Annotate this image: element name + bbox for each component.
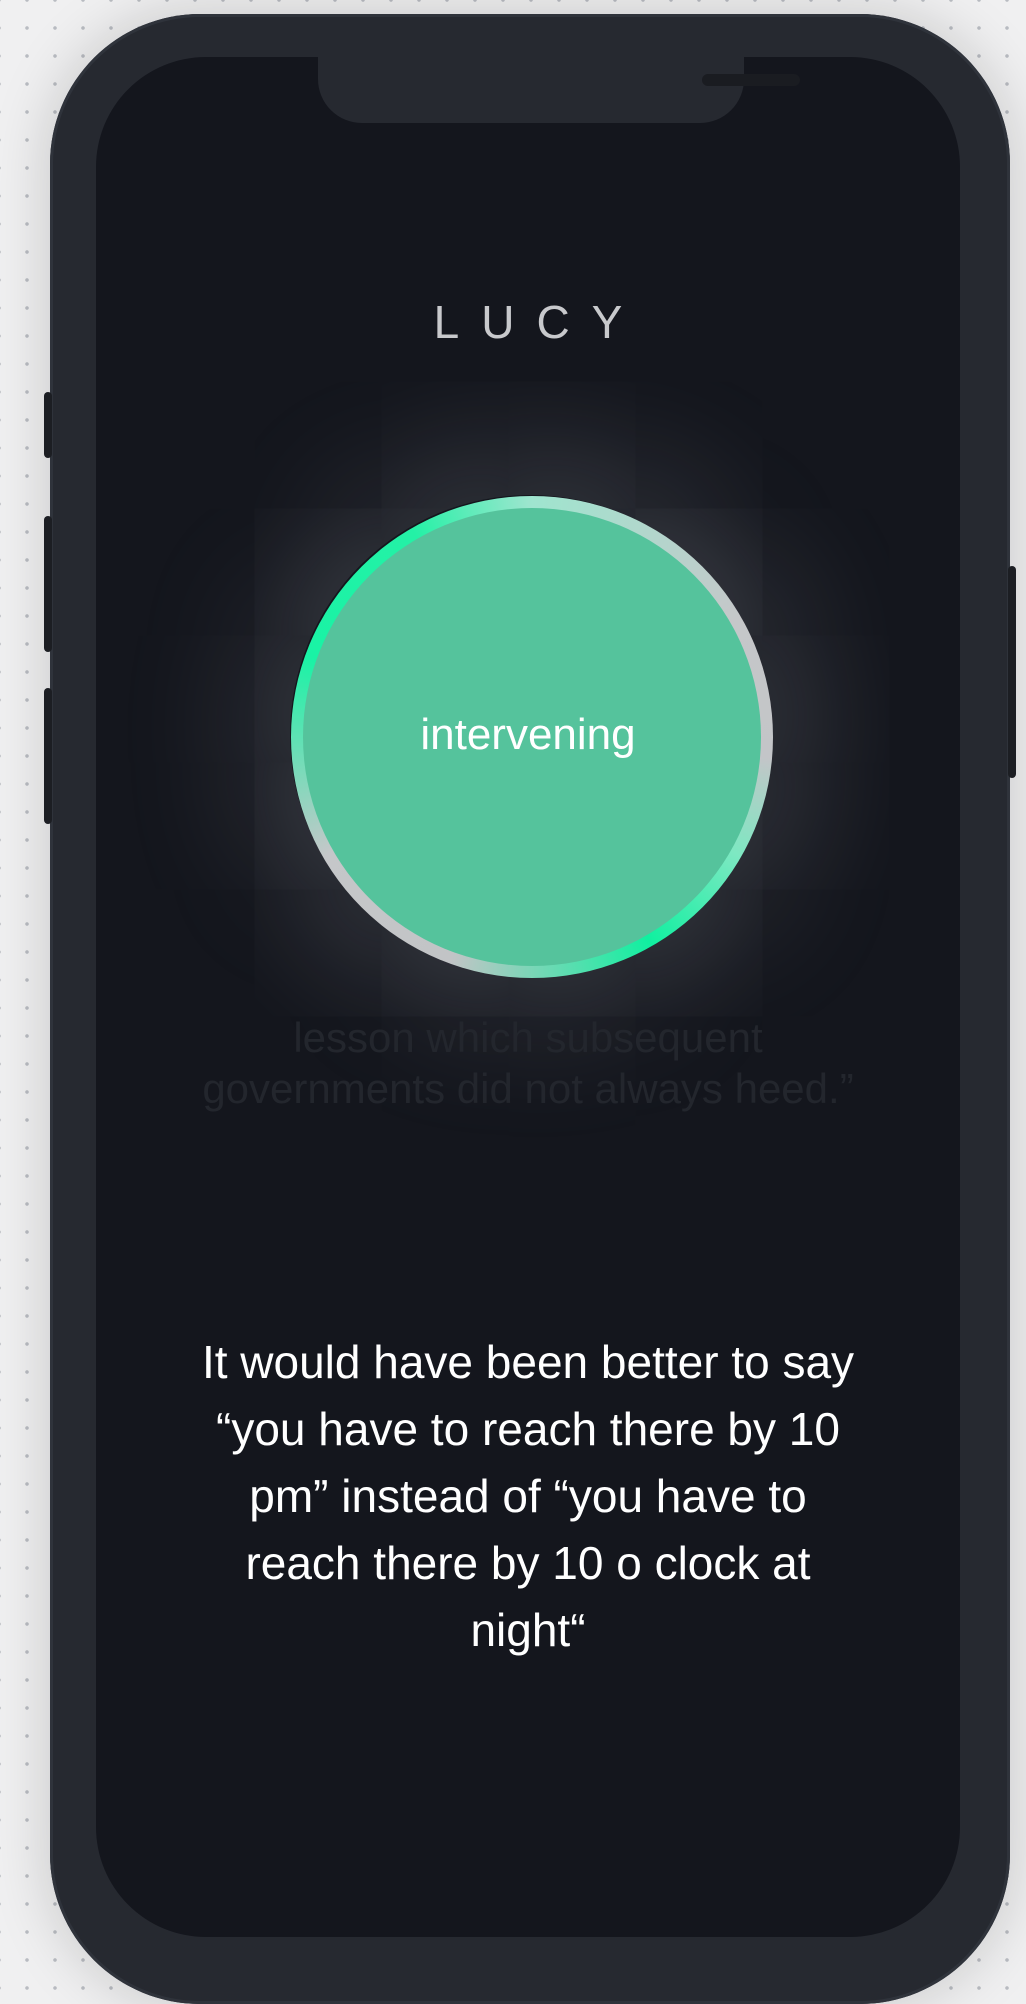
assistant-orb[interactable]: intervening bbox=[303, 508, 761, 966]
notch bbox=[318, 57, 800, 123]
silent-switch bbox=[44, 392, 52, 458]
power-button bbox=[1008, 566, 1016, 778]
app-logo: LUCY bbox=[433, 296, 645, 348]
orb-status-label: intervening bbox=[420, 710, 636, 759]
current-message-text: It would have been better to say “you ha… bbox=[201, 1336, 855, 1656]
previous-transcript-text: lesson which subsequent governments did … bbox=[202, 1014, 854, 1112]
app-screen: LUCY intervening lesson which subsequent… bbox=[96, 57, 960, 1937]
volume-up-button bbox=[44, 516, 52, 652]
volume-down-button bbox=[44, 688, 52, 824]
speaker-grille bbox=[702, 74, 800, 86]
